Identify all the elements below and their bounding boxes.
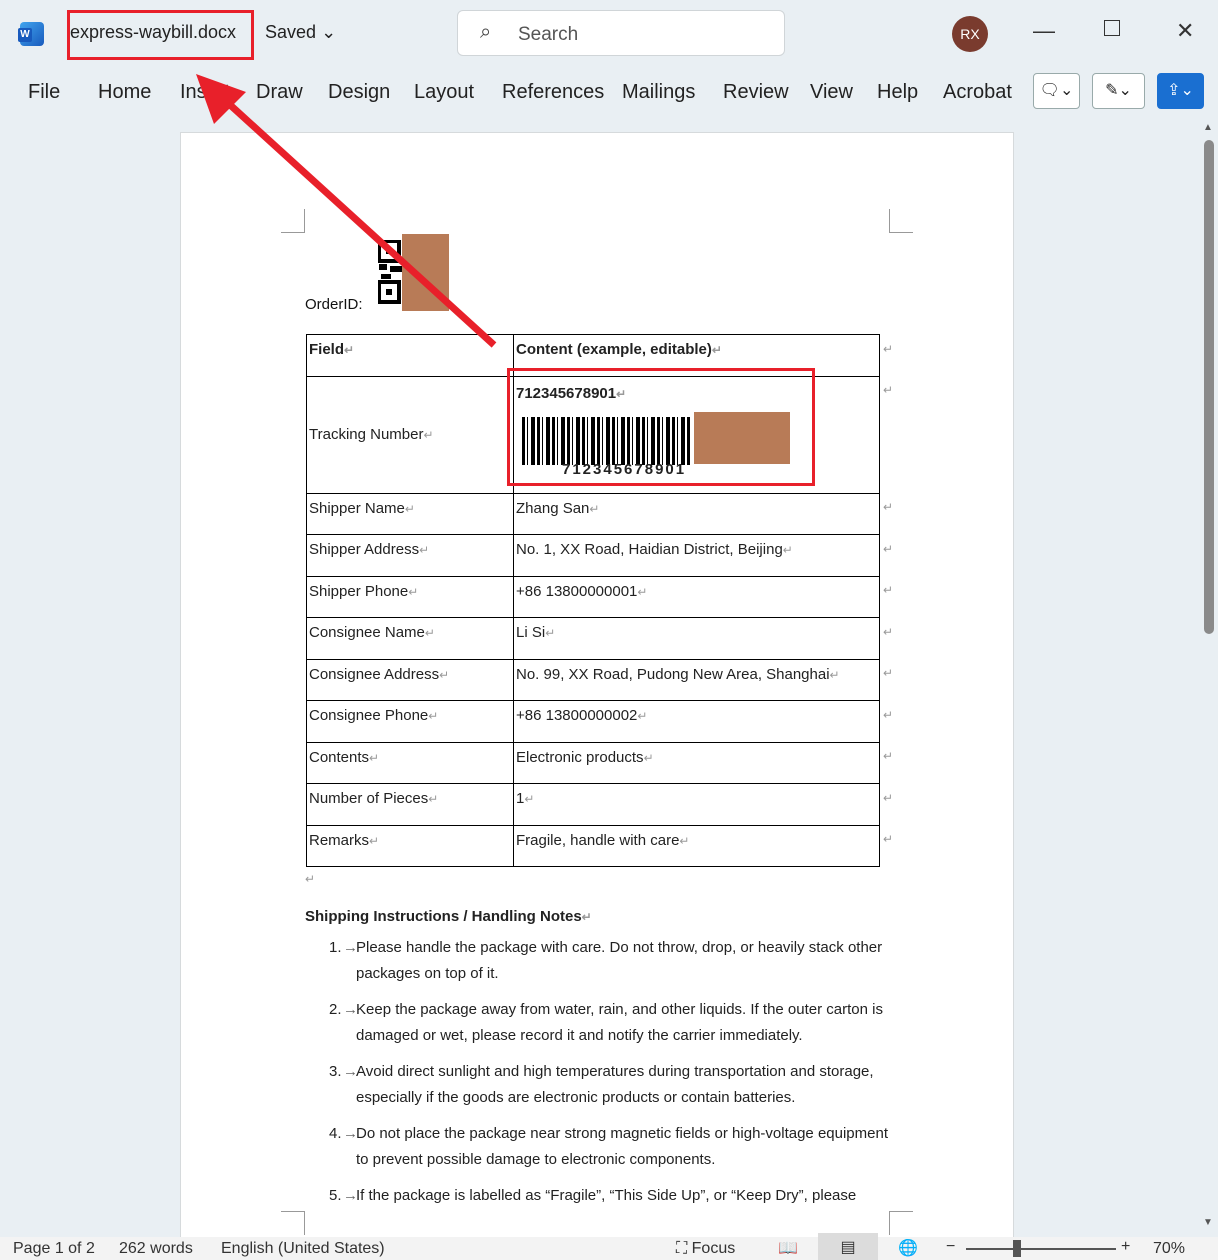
content-cell[interactable]: Electronic products↵ bbox=[514, 742, 880, 784]
maximize-button[interactable] bbox=[1104, 20, 1120, 36]
scrollbar-thumb[interactable] bbox=[1204, 140, 1214, 634]
row-end-mark: ↵ bbox=[883, 666, 893, 680]
table-row: Shipper Phone↵+86 13800000001↵ bbox=[307, 576, 880, 618]
content-cell[interactable]: No. 99, XX Road, Pudong New Area, Shangh… bbox=[514, 659, 880, 701]
paragraph-mark: ↵ bbox=[305, 872, 315, 886]
tab-acrobat[interactable]: Acrobat bbox=[943, 81, 1012, 104]
list-item: 4.→Do not place the package near strong … bbox=[305, 1121, 895, 1173]
word-count[interactable]: 262 words bbox=[119, 1240, 193, 1258]
table-row: Remarks↵Fragile, handle with care↵ bbox=[307, 825, 880, 867]
table-row: Consignee Phone↵+86 13800000002↵ bbox=[307, 701, 880, 743]
shipping-notes: Shipping Instructions / Handling Notes↵ … bbox=[305, 908, 895, 1219]
row-end-mark: ↵ bbox=[883, 749, 893, 763]
tab-mailings[interactable]: Mailings bbox=[622, 81, 695, 104]
field-cell: Number of Pieces↵ bbox=[307, 784, 514, 826]
row-end-mark: ↵ bbox=[883, 625, 893, 639]
zoom-level[interactable]: 70% bbox=[1153, 1240, 1185, 1258]
comments-button[interactable]: 🗨⌄ bbox=[1033, 73, 1080, 109]
list-item: 3.→Avoid direct sunlight and high temper… bbox=[305, 1059, 895, 1111]
field-cell: Consignee Name↵ bbox=[307, 618, 514, 660]
table-row: Consignee Name↵Li Si↵ bbox=[307, 618, 880, 660]
avatar[interactable]: RX bbox=[952, 16, 988, 52]
table-row: Consignee Address↵No. 99, XX Road, Pudon… bbox=[307, 659, 880, 701]
field-cell: Shipper Phone↵ bbox=[307, 576, 514, 618]
row-end-mark: ↵ bbox=[883, 832, 893, 846]
content-cell[interactable]: Zhang San↵ bbox=[514, 493, 880, 535]
row-end-mark: ↵ bbox=[883, 791, 893, 805]
row-end-mark: ↵ bbox=[883, 383, 893, 397]
tab-view[interactable]: View bbox=[810, 81, 853, 104]
tab-review[interactable]: Review bbox=[723, 81, 789, 104]
zoom-slider-thumb[interactable] bbox=[1013, 1240, 1021, 1257]
share-button[interactable]: ⇪⌄ bbox=[1157, 73, 1204, 109]
field-cell: Remarks↵ bbox=[307, 825, 514, 867]
editing-mode-button[interactable]: ✎⌄ bbox=[1092, 73, 1145, 109]
table-row: Contents↵Electronic products↵ bbox=[307, 742, 880, 784]
table-row: Number of Pieces↵1↵ bbox=[307, 784, 880, 826]
field-cell: Consignee Address↵ bbox=[307, 659, 514, 701]
minimize-button[interactable]: — bbox=[1033, 18, 1055, 44]
content-cell[interactable]: No. 1, XX Road, Haidian District, Beijin… bbox=[514, 535, 880, 577]
status-bar: Page 1 of 2 262 words English (United St… bbox=[0, 1237, 1218, 1260]
row-end-mark: ↵ bbox=[883, 542, 893, 556]
content-cell[interactable]: +86 13800000002↵ bbox=[514, 701, 880, 743]
margin-mark bbox=[281, 1211, 305, 1235]
list-item: 5.→If the package is labelled as “Fragil… bbox=[305, 1183, 895, 1209]
content-cell[interactable]: Li Si↵ bbox=[514, 618, 880, 660]
focus-label: Focus bbox=[692, 1240, 736, 1257]
focus-icon: ⛶ bbox=[676, 1240, 687, 1257]
web-layout-icon[interactable]: 🌐 bbox=[898, 1238, 918, 1258]
tab-help[interactable]: Help bbox=[877, 81, 918, 104]
table-row: Shipper Address↵No. 1, XX Road, Haidian … bbox=[307, 535, 880, 577]
notes-title: Shipping Instructions / Handling Notes↵ bbox=[305, 908, 895, 925]
content-cell[interactable]: +86 13800000001↵ bbox=[514, 576, 880, 618]
margin-mark bbox=[889, 209, 913, 233]
notes-list: 1.→Please handle the package with care. … bbox=[305, 935, 895, 1209]
row-end-mark: ↵ bbox=[883, 342, 893, 356]
field-cell: Shipper Address↵ bbox=[307, 535, 514, 577]
zoom-in-button[interactable]: + bbox=[1121, 1238, 1130, 1256]
print-layout-icon[interactable]: ▤ bbox=[818, 1233, 878, 1260]
row-end-mark: ↵ bbox=[883, 500, 893, 514]
language[interactable]: English (United States) bbox=[221, 1240, 385, 1258]
close-button[interactable]: ✕ bbox=[1176, 18, 1194, 44]
content-cell[interactable]: Fragile, handle with care↵ bbox=[514, 825, 880, 867]
list-item: 2.→Keep the package away from water, rai… bbox=[305, 997, 895, 1049]
list-item: 1.→Please handle the package with care. … bbox=[305, 935, 895, 987]
page-count[interactable]: Page 1 of 2 bbox=[13, 1240, 95, 1258]
field-cell: Consignee Phone↵ bbox=[307, 701, 514, 743]
zoom-out-button[interactable]: − bbox=[946, 1238, 955, 1256]
zoom-slider[interactable] bbox=[966, 1248, 1116, 1250]
annotation-arrow-icon bbox=[0, 0, 600, 400]
read-mode-icon[interactable]: 📖 bbox=[778, 1238, 798, 1258]
field-cell: Shipper Name↵ bbox=[307, 493, 514, 535]
table-row: Shipper Name↵Zhang San↵ bbox=[307, 493, 880, 535]
row-end-mark: ↵ bbox=[883, 583, 893, 597]
field-cell: Contents↵ bbox=[307, 742, 514, 784]
focus-button[interactable]: ⛶ Focus bbox=[676, 1240, 735, 1258]
content-cell[interactable]: 1↵ bbox=[514, 784, 880, 826]
row-end-mark: ↵ bbox=[883, 708, 893, 722]
